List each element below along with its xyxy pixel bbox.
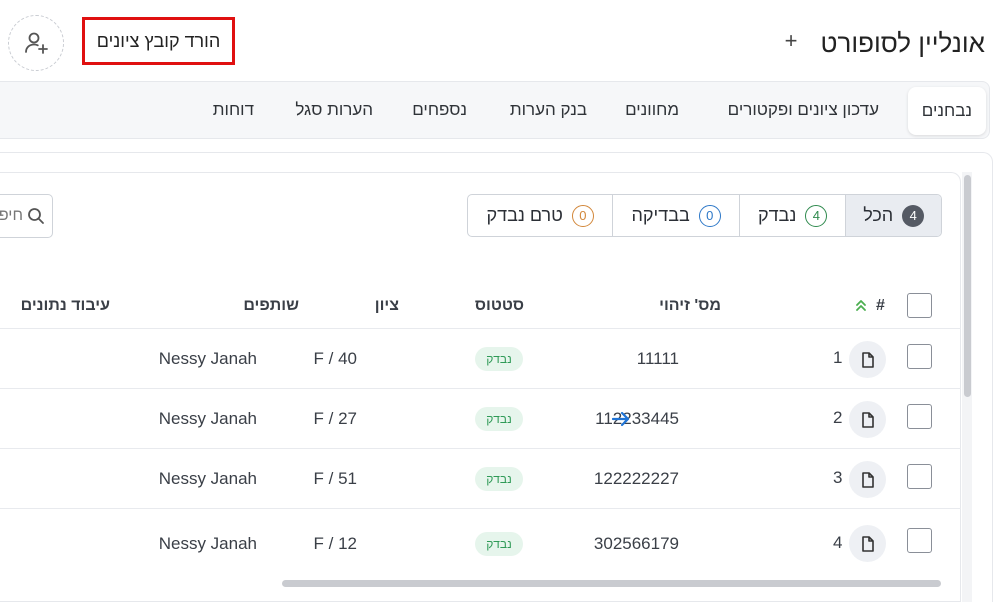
- table-row[interactable]: 4 302566179 נבדק F / 12 Nessy Janah: [0, 508, 961, 572]
- partner-cell: Nessy Janah: [158, 409, 257, 428]
- vertical-scroll-thumb[interactable]: [964, 175, 971, 397]
- column-header-status: סטטוס: [474, 297, 524, 314]
- arrow-right-icon[interactable]: [611, 410, 631, 428]
- column-header-grade: ציון: [374, 297, 399, 314]
- count-badge: 0: [698, 204, 721, 227]
- id-cell: 302566179: [593, 534, 679, 553]
- partner-cell: Nessy Janah: [158, 469, 257, 488]
- status-badge: נבדק: [475, 532, 523, 556]
- column-header-index: #: [876, 297, 885, 314]
- user-plus-icon: [25, 32, 48, 54]
- row-number: 1: [833, 348, 843, 367]
- tab-staff-notes[interactable]: הערות סגל: [295, 82, 373, 138]
- page-title: אונליין לסופורט: [820, 28, 985, 58]
- document-icon: [861, 471, 874, 488]
- filter-all[interactable]: 4 הכל: [845, 195, 941, 236]
- tabs-bar: נבחנים עדכון ציונים ופקטורים מחוונים בנק…: [0, 81, 990, 139]
- id-cell: 11111: [636, 349, 679, 368]
- filter-label: טרם נבדק: [486, 205, 563, 225]
- row-checkbox[interactable]: [907, 404, 932, 429]
- column-header-id: מס' זיהוי: [659, 297, 721, 314]
- count-badge: 0: [571, 204, 594, 227]
- status-badge: נבדק: [475, 467, 523, 491]
- document-icon: [861, 535, 874, 552]
- grade-cell: F / 12: [313, 534, 357, 553]
- tab-update-grades[interactable]: עדכון ציונים ופקטורים: [728, 82, 879, 138]
- status-badge: נבדק: [475, 347, 523, 371]
- plus-icon[interactable]: +: [780, 30, 802, 52]
- grade-cell: F / 40: [313, 349, 357, 368]
- document-button[interactable]: [849, 461, 886, 498]
- column-header-processing: עיבוד נתונים: [20, 297, 110, 314]
- status-filter-group: 4 הכל 4 נבדק 0 בבדיקה 0 טרם נבדק: [467, 194, 942, 237]
- filter-label: נבדק: [757, 205, 797, 225]
- grade-cell: F / 27: [313, 409, 357, 428]
- status-badge: נבדק: [475, 407, 523, 431]
- filter-pending[interactable]: 0 טרם נבדק: [468, 195, 612, 236]
- search-box[interactable]: [0, 194, 53, 238]
- download-grades-button[interactable]: הורד קובץ ציונים: [82, 17, 235, 65]
- table-row[interactable]: 1 11111 נבדק F / 40 Nessy Janah: [0, 328, 961, 388]
- tab-reports[interactable]: דוחות: [213, 82, 254, 138]
- filter-label: הכל: [863, 205, 894, 225]
- document-icon: [861, 351, 874, 368]
- table-row[interactable]: 2 112233445 נבדק F / 27 Nessy Janah: [0, 388, 961, 448]
- count-badge: 4: [902, 204, 925, 227]
- horizontal-scroll-thumb[interactable]: [282, 580, 941, 587]
- tab-appendices[interactable]: נספחים: [412, 82, 467, 138]
- id-cell: 122222227: [593, 469, 679, 488]
- id-cell: 112233445: [595, 409, 679, 428]
- filter-label: בבדיקה: [631, 205, 690, 225]
- row-number: 4: [833, 533, 843, 552]
- tab-comment-bank[interactable]: בנק הערות: [510, 82, 587, 138]
- row-checkbox[interactable]: [907, 344, 932, 369]
- document-button[interactable]: [849, 401, 886, 438]
- row-checkbox[interactable]: [907, 464, 932, 489]
- partner-cell: Nessy Janah: [158, 349, 257, 368]
- row-number: 2: [833, 408, 843, 427]
- document-button[interactable]: [849, 525, 886, 562]
- document-button[interactable]: [849, 341, 886, 378]
- grade-cell: F / 51: [313, 469, 357, 488]
- filter-checking[interactable]: 0 בבדיקה: [612, 195, 738, 236]
- search-input[interactable]: [0, 207, 23, 225]
- row-checkbox[interactable]: [907, 528, 932, 553]
- filter-checked[interactable]: 4 נבדק: [738, 195, 846, 236]
- table-row[interactable]: 3 122222227 נבדק F / 51 Nessy Janah: [0, 448, 961, 508]
- tab-rubrics[interactable]: מחוונים: [625, 82, 679, 138]
- sort-icon[interactable]: [855, 299, 867, 311]
- select-all-checkbox[interactable]: [907, 293, 932, 318]
- add-user-button[interactable]: [8, 15, 64, 71]
- row-number: 3: [833, 468, 843, 487]
- tab-examinees[interactable]: נבחנים: [907, 87, 986, 135]
- column-header-partners: שותפים: [243, 297, 299, 314]
- partner-cell: Nessy Janah: [158, 534, 257, 553]
- document-icon: [861, 411, 874, 428]
- count-badge: 4: [805, 204, 828, 227]
- search-icon: [28, 208, 44, 224]
